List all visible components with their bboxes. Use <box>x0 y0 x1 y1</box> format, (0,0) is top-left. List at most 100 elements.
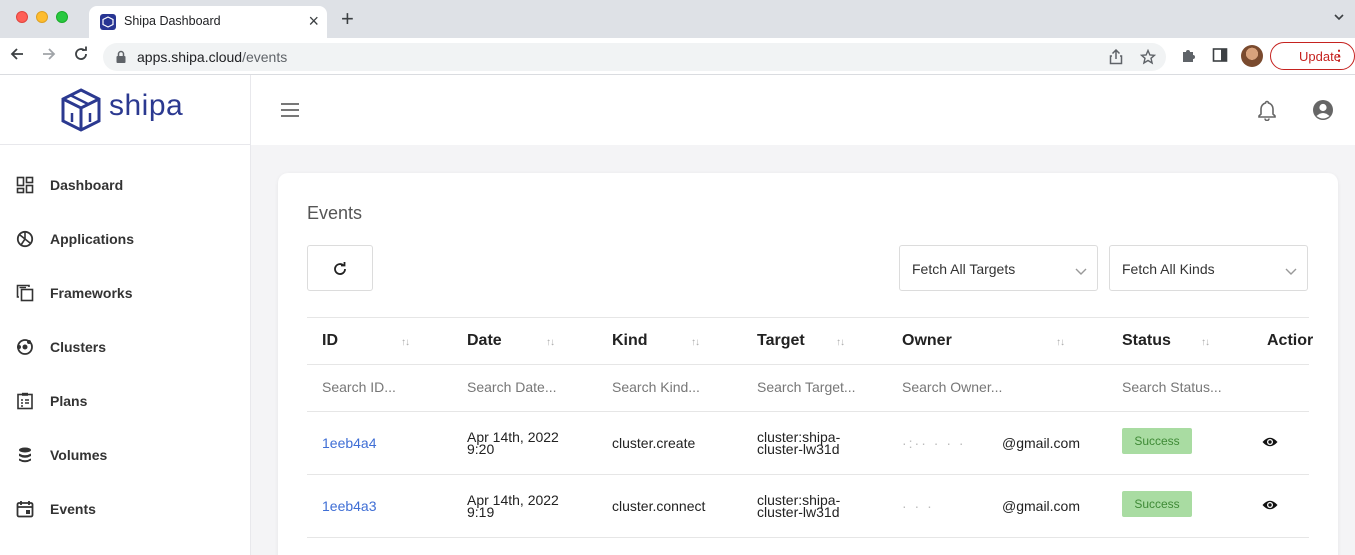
applications-icon <box>16 230 34 248</box>
minimize-window-button[interactable] <box>36 11 48 23</box>
chevron-down-icon <box>1075 263 1087 281</box>
plans-icon <box>16 392 34 410</box>
clusters-icon <box>16 338 34 356</box>
table-row: 1eeb4a3 Apr 14th, 2022 9:19 cluster.conne… <box>307 475 1309 538</box>
event-kind: cluster.connect <box>612 498 706 514</box>
page-title: Events <box>307 203 363 223</box>
sidebar-item-applications[interactable]: Applications <box>0 219 250 259</box>
volumes-icon <box>16 446 34 464</box>
sidebar: shipa Dashboard Applications Frameworks … <box>0 75 251 555</box>
kinds-filter-value: Fetch All Kinds <box>1122 261 1215 277</box>
tab-close-icon[interactable]: × <box>308 11 319 31</box>
refresh-button[interactable] <box>307 245 373 291</box>
search-target-input[interactable] <box>757 379 887 395</box>
kinds-filter-select[interactable]: Fetch All Kinds <box>1109 245 1308 291</box>
sidebar-item-label: Clusters <box>50 339 107 355</box>
browser-toolbar: apps.shipa.cloud/events Update ⋮ <box>0 38 1355 75</box>
event-date: Apr 14th, 2022 9:19 <box>467 493 559 520</box>
column-header-actions: Actior <box>1267 332 1314 349</box>
maximize-window-button[interactable] <box>56 11 68 23</box>
url-text: apps.shipa.cloud/events <box>137 49 287 65</box>
column-header-owner[interactable]: Owner <box>902 332 952 350</box>
sidebar-item-frameworks[interactable]: Frameworks <box>0 273 250 313</box>
close-window-button[interactable] <box>16 11 28 23</box>
sort-arrows-icon[interactable]: ↑↓ <box>1056 337 1065 348</box>
status-badge: Success <box>1122 428 1192 454</box>
tab-title: Shipa Dashboard <box>124 14 221 28</box>
bookmark-star-icon[interactable] <box>1139 48 1157 70</box>
event-date: Apr 14th, 2022 9:20 <box>467 430 559 457</box>
frameworks-icon <box>16 284 34 302</box>
event-id-link[interactable]: 1eeb4a3 <box>322 499 377 513</box>
sort-arrows-icon[interactable]: ↑↓ <box>836 337 845 348</box>
events-icon <box>16 500 34 518</box>
view-eye-icon[interactable] <box>1262 435 1278 453</box>
sidebar-item-label: Applications <box>50 231 135 247</box>
search-status-input[interactable] <box>1122 379 1252 395</box>
table-header: ID ↑↓ Date ↑↓ Kind ↑↓ Target ↑↓ Owner ↑↓… <box>307 317 1313 365</box>
sidebar-item-events[interactable]: Events <box>0 489 250 529</box>
hamburger-menu-icon[interactable] <box>281 103 299 122</box>
extensions-puzzle-icon[interactable] <box>1180 47 1196 68</box>
url-host: apps.shipa.cloud <box>137 49 243 65</box>
lock-icon[interactable] <box>115 50 127 69</box>
view-eye-icon[interactable] <box>1262 498 1278 516</box>
table-row: 1eeb4a4 Apr 14th, 2022 9:20 cluster.creat… <box>307 412 1309 475</box>
browser-tab[interactable]: Shipa Dashboard × <box>89 6 327 38</box>
refresh-icon <box>334 262 346 275</box>
logo-area[interactable]: shipa <box>0 75 250 145</box>
account-circle-icon[interactable] <box>1312 99 1334 126</box>
menu-dots-icon[interactable]: ⋮ <box>1332 47 1346 63</box>
column-header-id[interactable]: ID <box>322 332 338 350</box>
new-tab-button[interactable]: + <box>341 7 354 31</box>
profile-avatar[interactable] <box>1241 45 1263 67</box>
address-bar[interactable]: apps.shipa.cloud/events <box>103 43 1166 71</box>
event-time-line: 9:19 <box>467 504 495 520</box>
event-target-line: cluster-lw31d <box>757 504 840 520</box>
targets-filter-select[interactable]: Fetch All Targets <box>899 245 1098 291</box>
dashboard-icon <box>16 176 34 194</box>
side-panel-icon[interactable] <box>1212 47 1228 68</box>
sort-arrows-icon[interactable]: ↑↓ <box>546 337 555 348</box>
event-time-line: 9:20 <box>467 441 495 457</box>
shipa-favicon-icon <box>100 14 116 30</box>
column-header-status[interactable]: Status <box>1122 332 1171 350</box>
search-owner-input[interactable] <box>902 379 1032 395</box>
forward-arrow-icon[interactable] <box>41 46 57 67</box>
column-header-date[interactable]: Date <box>467 332 502 350</box>
event-owner: · · · @gmail.com <box>902 498 1081 514</box>
column-header-target[interactable]: Target <box>757 332 805 350</box>
owner-domain: @gmail.com <box>1002 498 1081 514</box>
share-icon[interactable] <box>1109 48 1123 70</box>
notification-bell-icon[interactable] <box>1256 99 1278 126</box>
sidebar-item-volumes[interactable]: Volumes <box>0 435 250 475</box>
search-date-input[interactable] <box>467 379 597 395</box>
sort-arrows-icon[interactable]: ↑↓ <box>401 337 410 348</box>
sort-arrows-icon[interactable]: ↑↓ <box>1201 337 1210 348</box>
brand-name: shipa <box>109 89 184 122</box>
owner-domain: @gmail.com <box>1002 435 1081 451</box>
tab-search-chevron-icon[interactable] <box>1333 10 1345 28</box>
chevron-down-icon <box>1285 263 1297 281</box>
sidebar-item-plans[interactable]: Plans <box>0 381 250 421</box>
back-arrow-icon[interactable] <box>9 46 25 67</box>
event-target-line: cluster-lw31d <box>757 441 840 457</box>
search-kind-input[interactable] <box>612 379 742 395</box>
column-header-kind[interactable]: Kind <box>612 332 648 350</box>
reload-icon[interactable] <box>73 46 89 67</box>
search-id-input[interactable] <box>322 379 452 395</box>
owner-redacted: · · · <box>902 498 934 514</box>
sidebar-item-label: Dashboard <box>50 177 124 193</box>
events-card: Events Fetch All Targets Fetch All Kinds… <box>278 173 1338 555</box>
url-path: /events <box>242 49 288 65</box>
sort-arrows-icon[interactable]: ↑↓ <box>691 337 700 348</box>
event-id-link[interactable]: 1eeb4a4 <box>322 436 377 450</box>
browser-tab-bar: Shipa Dashboard × + <box>0 0 1355 38</box>
sidebar-item-label: Plans <box>50 393 88 409</box>
owner-redacted: ·:·· · · · <box>902 435 966 451</box>
update-button[interactable]: Update ⋮ <box>1270 42 1355 70</box>
sidebar-item-label: Events <box>50 501 96 517</box>
sidebar-item-clusters[interactable]: Clusters <box>0 327 250 367</box>
status-badge: Success <box>1122 491 1192 517</box>
sidebar-item-dashboard[interactable]: Dashboard <box>0 165 250 205</box>
